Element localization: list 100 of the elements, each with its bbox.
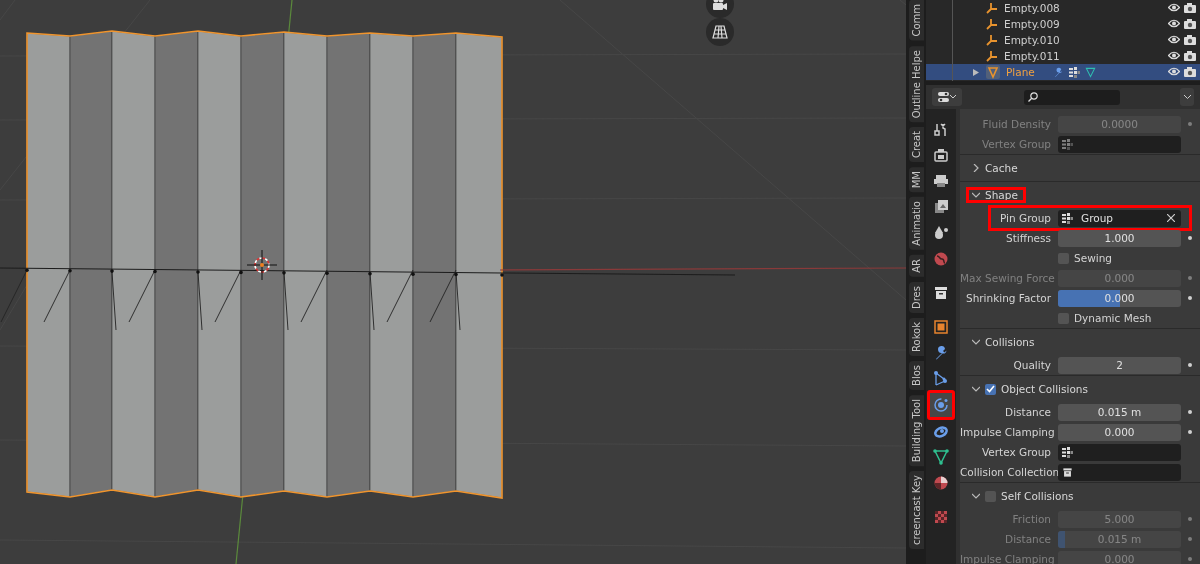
cursor-icon <box>246 249 278 281</box>
checkbox[interactable] <box>1058 312 1069 324</box>
field-label: Shrinking Factor <box>965 292 1052 304</box>
keyframe-dot[interactable] <box>1188 430 1192 434</box>
eye-icon[interactable] <box>1168 3 1180 12</box>
vertex-group-icon <box>1062 212 1073 224</box>
search-field[interactable] <box>1024 89 1120 105</box>
keyframe-dot[interactable] <box>1188 517 1192 521</box>
keyframe-dot[interactable] <box>1188 236 1192 240</box>
mesh-data-icon[interactable] <box>1084 66 1096 78</box>
keyframe-dot[interactable] <box>1188 363 1192 367</box>
sidebar-tab[interactable]: Rokok <box>908 317 924 356</box>
editor-type-button[interactable] <box>932 88 962 106</box>
vertex-group-field[interactable]: Group <box>1058 209 1181 227</box>
caret-icon <box>1183 95 1191 99</box>
vertex-group-field[interactable] <box>1058 443 1181 461</box>
panel-header[interactable]: Object Collisions <box>966 381 1096 397</box>
checkbox[interactable] <box>985 383 996 395</box>
sidebar-tab[interactable]: Animatio <box>908 197 924 250</box>
view-layer-icon <box>933 199 949 215</box>
checkbox[interactable] <box>1058 252 1069 264</box>
output-icon <box>933 173 949 189</box>
search-icon <box>1028 92 1038 102</box>
field-label: Pin Group <box>999 212 1052 224</box>
eye-icon[interactable] <box>1168 67 1180 76</box>
caret-icon <box>972 492 980 500</box>
empty-axes-icon <box>986 18 998 30</box>
camera-icon[interactable] <box>1184 19 1196 29</box>
keyframe-dot[interactable] <box>1188 410 1192 414</box>
field-label: Distance <box>1004 533 1052 545</box>
camera-icon[interactable] <box>1184 67 1196 77</box>
checkmark-icon <box>986 385 995 393</box>
empty-axes-icon <box>986 50 998 62</box>
panel-header[interactable]: Shape <box>966 187 1026 203</box>
field-label: Collision Collection <box>960 466 1058 478</box>
mesh-object-icon <box>986 65 1000 79</box>
outliner-item[interactable]: Empty.009 <box>926 16 1200 32</box>
field-label: Fluid Density <box>981 118 1052 130</box>
camera-icon <box>712 0 728 11</box>
number-field[interactable]: 2 <box>1058 356 1181 374</box>
keyframe-dot[interactable] <box>1188 276 1192 280</box>
eye-icon[interactable] <box>1168 51 1180 60</box>
caret-icon <box>972 385 980 393</box>
expand-icon[interactable] <box>972 68 980 76</box>
wrench-icon[interactable] <box>1052 66 1064 78</box>
eye-icon[interactable] <box>1168 35 1180 44</box>
field-label: Friction <box>1011 513 1052 525</box>
field-label: Stiffness <box>1005 232 1052 244</box>
number-field[interactable]: 0.000 <box>1058 423 1181 441</box>
panel-header[interactable]: Collisions <box>966 334 1043 350</box>
toggle-icon <box>938 92 949 102</box>
sidebar-tab[interactable]: AR <box>908 254 924 277</box>
checkbox-label: Sewing <box>1074 252 1112 264</box>
outliner-item[interactable]: Plane <box>926 64 1200 80</box>
clear-icon[interactable] <box>1167 214 1175 222</box>
keyframe-dot[interactable] <box>1188 296 1192 300</box>
checkbox[interactable] <box>985 490 996 502</box>
panel-header[interactable]: Self Collisions <box>966 488 1082 504</box>
sidebar-tab[interactable]: Comm <box>908 0 924 41</box>
render-icon <box>933 147 949 163</box>
camera-icon[interactable] <box>1184 35 1196 45</box>
collection-icon <box>933 285 949 301</box>
panel-header[interactable]: Cache <box>966 160 1026 176</box>
material-icon <box>933 475 949 491</box>
sidebar-tab[interactable]: Creat <box>908 126 924 162</box>
keyframe-dot[interactable] <box>1188 557 1192 561</box>
empty-axes-icon <box>986 2 998 14</box>
keyframe-dot[interactable] <box>1188 537 1192 541</box>
field-label: Quality <box>1012 359 1052 371</box>
outliner-item[interactable]: Empty.010 <box>926 32 1200 48</box>
sidebar-tab[interactable]: creencast Key <box>908 470 924 549</box>
sidebar-tab[interactable]: Outline Helpe <box>908 45 924 122</box>
empty-axes-icon <box>986 34 998 46</box>
eye-icon[interactable] <box>1168 19 1180 28</box>
constraints-icon <box>933 423 949 439</box>
field-label: Vertex Group <box>980 138 1052 150</box>
world-icon <box>933 251 949 267</box>
field-label: Vertex Group <box>980 446 1052 458</box>
sidebar-tab[interactable]: MM <box>908 167 924 193</box>
scene-icon <box>933 225 949 241</box>
number-field[interactable]: 0.015 m <box>1058 403 1181 421</box>
texture-icon <box>933 509 949 525</box>
caret-icon <box>950 95 956 99</box>
camera-icon[interactable] <box>1184 51 1196 61</box>
dropdown-button[interactable] <box>1180 88 1194 106</box>
sidebar-tab[interactable]: Dres <box>908 281 924 313</box>
vertex-group-icon <box>1068 66 1080 78</box>
sidebar-tab[interactable]: Building Tool <box>908 394 924 466</box>
outliner-item[interactable]: Empty.008 <box>926 0 1200 16</box>
grid-icon <box>712 25 728 39</box>
data-icon <box>933 449 949 465</box>
sidebar-tab[interactable]: Blos <box>908 360 924 390</box>
outliner-item[interactable]: Empty.011 <box>926 48 1200 64</box>
collection-field[interactable] <box>1058 463 1181 481</box>
annotation-frame <box>966 187 1026 203</box>
caret-icon <box>972 191 980 199</box>
keyframe-dot[interactable] <box>1188 122 1192 126</box>
checkbox-label: Dynamic Mesh <box>1074 312 1152 324</box>
object-icon <box>933 319 949 335</box>
camera-icon[interactable] <box>1184 3 1196 13</box>
